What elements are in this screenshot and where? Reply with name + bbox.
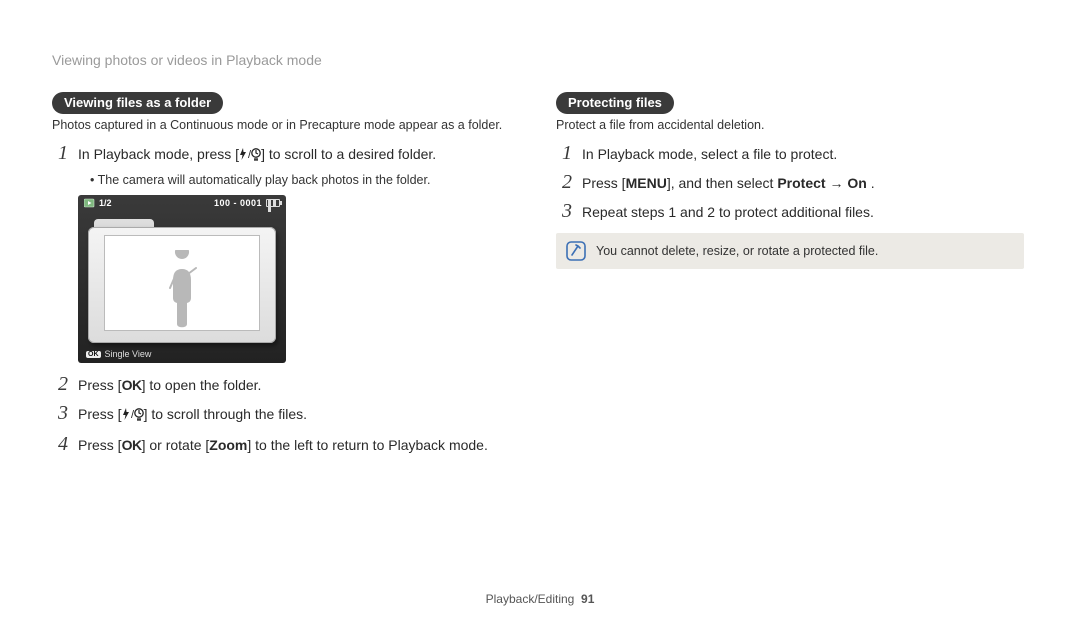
- section-description: Protect a file from accidental deletion.: [556, 118, 1024, 132]
- step-number: 3: [556, 200, 572, 223]
- step-text-part: Press [: [78, 406, 122, 422]
- camera-screen: 1/2 100 - 0001 HS: [78, 195, 286, 363]
- step-text: Press [OK] to open the folder.: [78, 375, 261, 396]
- step-number: 1: [556, 142, 572, 165]
- on-label: On: [847, 175, 866, 191]
- step-text-part: ] or rotate [: [142, 437, 210, 453]
- step-text-part: ] to the left to return to Playback mode…: [247, 437, 487, 453]
- battery-icon: [266, 199, 280, 207]
- page-header: Viewing photos or videos in Playback mod…: [52, 52, 1024, 68]
- page: Viewing photos or videos in Playback mod…: [0, 0, 1080, 630]
- step-bullet: The camera will automatically play back …: [90, 173, 520, 187]
- step-1: 1 In Playback mode, select a file to pro…: [556, 142, 1024, 165]
- arrow: →: [826, 175, 848, 191]
- note-text: You cannot delete, resize, or rotate a p…: [596, 244, 878, 258]
- bottom-label: Single View: [105, 349, 152, 359]
- step-text: Repeat steps 1 and 2 to protect addition…: [582, 202, 874, 223]
- svg-text:/: /: [131, 409, 135, 421]
- step-text: Press [MENU], and then select Protect → …: [582, 173, 875, 194]
- step-number: 2: [556, 171, 572, 194]
- footer-section: Playback/Editing: [486, 592, 575, 606]
- step-text-part: .: [867, 175, 875, 191]
- step-text-part: Press [: [78, 437, 122, 453]
- right-column: Protecting files Protect a file from acc…: [556, 92, 1024, 462]
- step-1: 1 In Playback mode, press [ / ] to scroll …: [52, 142, 520, 167]
- camera-bottom-bar: OK Single View: [86, 349, 151, 359]
- left-column: Viewing files as a folder Photos capture…: [52, 92, 520, 462]
- note-callout: You cannot delete, resize, or rotate a p…: [556, 233, 1024, 269]
- step-3: 3 Press [ / ] to scroll through the files.: [52, 402, 520, 427]
- info-icon: [566, 241, 586, 261]
- step-text: In Playback mode, select a file to prote…: [582, 144, 837, 165]
- section-pill-viewing: Viewing files as a folder: [52, 92, 223, 114]
- ok-key: OK: [122, 437, 142, 453]
- photo-counter: 1/2: [99, 198, 112, 208]
- step-text-part: ] to scroll to a desired folder.: [261, 146, 436, 162]
- step-number: 1: [52, 142, 68, 165]
- step-text-part: Press [: [582, 175, 626, 191]
- page-footer: Playback/Editing 91: [0, 592, 1080, 606]
- step-number: 3: [52, 402, 68, 425]
- ok-key: OK: [122, 377, 142, 393]
- section-pill-protecting: Protecting files: [556, 92, 674, 114]
- step-text-part: ] to open the folder.: [142, 377, 262, 393]
- step-text: Press [OK] or rotate [Zoom] to the left …: [78, 435, 488, 456]
- folder-number: 100 - 0001: [214, 198, 262, 208]
- svg-text:/: /: [248, 149, 252, 161]
- step-2: 2 Press [OK] to open the folder.: [52, 373, 520, 396]
- step-2: 2 Press [MENU], and then select Protect …: [556, 171, 1024, 194]
- step-number: 2: [52, 373, 68, 396]
- section-description: Photos captured in a Continuous mode or …: [52, 118, 520, 132]
- camera-top-bar: 1/2 100 - 0001: [78, 195, 286, 208]
- two-column-layout: Viewing files as a folder Photos capture…: [52, 92, 1024, 462]
- photo-silhouette: [104, 235, 260, 331]
- step-4: 4 Press [OK] or rotate [Zoom] to the lef…: [52, 433, 520, 456]
- step-text: Press [ / ] to scroll through the files.: [78, 404, 307, 427]
- footer-page-number: 91: [581, 592, 594, 606]
- step-number: 4: [52, 433, 68, 456]
- flash-timer-icon: /: [239, 146, 261, 167]
- protect-label: Protect: [777, 175, 825, 191]
- flash-timer-icon: /: [122, 406, 144, 427]
- menu-key: MENU: [626, 175, 667, 191]
- step-text-part: Press [: [78, 377, 122, 393]
- step-text: In Playback mode, press [ / ] to scroll to…: [78, 144, 436, 167]
- step-text-part: ] to scroll through the files.: [144, 406, 307, 422]
- step-text-part: ], and then select: [667, 175, 778, 191]
- camera-preview-thumb: 1/2 100 - 0001 HS: [78, 195, 520, 363]
- step-3: 3 Repeat steps 1 and 2 to protect additi…: [556, 200, 1024, 223]
- zoom-label: Zoom: [209, 437, 247, 453]
- playback-icon: [84, 198, 96, 208]
- ok-badge: OK: [86, 351, 101, 358]
- step-text-part: In Playback mode, press [: [78, 146, 239, 162]
- folder-graphic: HS: [88, 217, 276, 343]
